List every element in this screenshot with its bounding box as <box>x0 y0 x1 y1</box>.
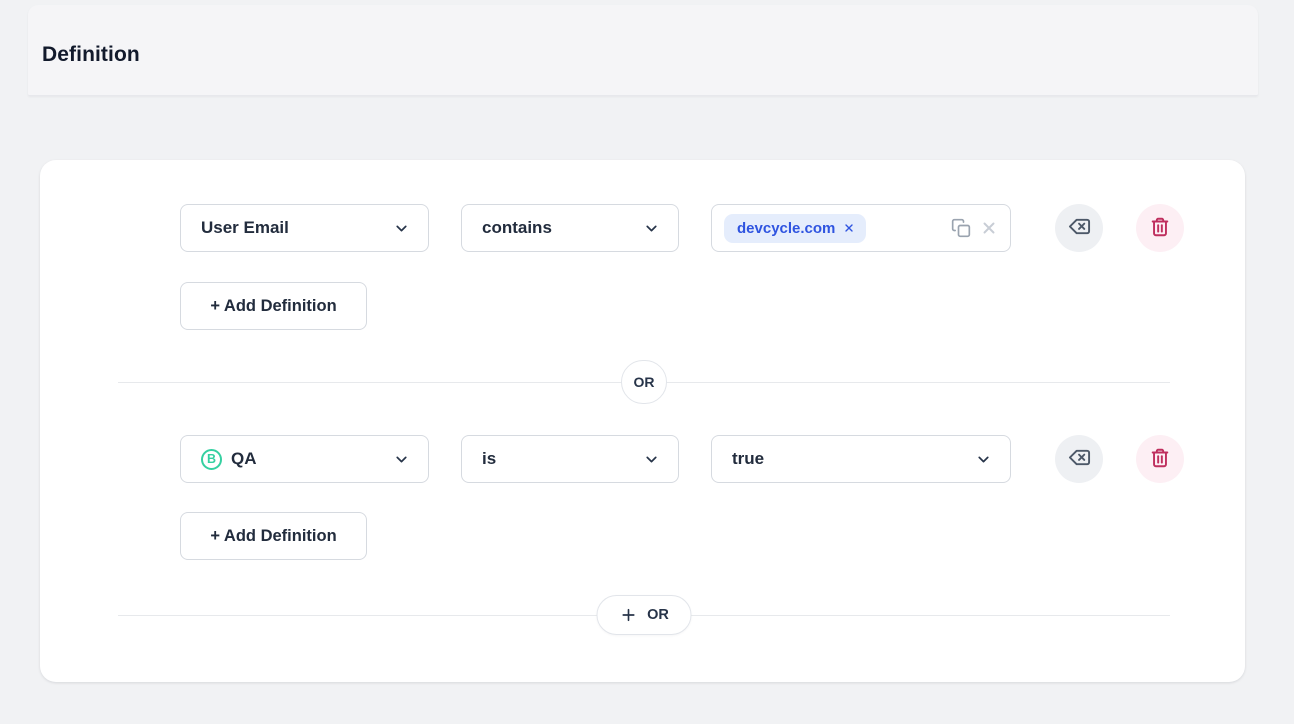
chevron-down-icon <box>393 451 410 468</box>
page-title: Definition <box>42 43 140 67</box>
trash-icon <box>1149 216 1171 241</box>
chevron-down-icon <box>393 220 410 237</box>
definition-row-1: User Email contains devcycle.com <box>180 204 1245 252</box>
clear-x-icon[interactable] <box>980 219 998 237</box>
value-select[interactable]: true <box>711 435 1011 483</box>
definition-card: User Email contains devcycle.com <box>40 160 1245 682</box>
tag-remove-icon[interactable] <box>843 222 855 234</box>
delete-row-button[interactable] <box>1136 204 1184 252</box>
or-badge: OR <box>621 360 667 404</box>
definition-row-2: B QA is true <box>180 435 1245 483</box>
comparator-select-label: is <box>482 449 496 469</box>
clear-row-button[interactable] <box>1055 435 1103 483</box>
backspace-icon <box>1068 446 1091 472</box>
boolean-type-icon: B <box>201 449 222 470</box>
property-select-label: User Email <box>201 218 289 238</box>
property-select[interactable]: B QA <box>180 435 429 483</box>
backspace-icon <box>1068 215 1091 241</box>
value-select-label: true <box>732 449 764 469</box>
or-divider: OR <box>118 360 1170 404</box>
comparator-select-label: contains <box>482 218 552 238</box>
clear-row-button[interactable] <box>1055 204 1103 252</box>
trash-icon <box>1149 447 1171 472</box>
add-or-label: OR <box>647 607 669 623</box>
add-or-divider: OR <box>118 595 1170 635</box>
add-definition-button-2[interactable]: + Add Definition <box>180 512 367 560</box>
comparator-select[interactable]: contains <box>461 204 679 252</box>
value-tag-input[interactable]: devcycle.com <box>711 204 1011 252</box>
add-definition-button-1[interactable]: + Add Definition <box>180 282 367 330</box>
property-name: QA <box>231 449 257 469</box>
plus-icon <box>619 606 637 624</box>
delete-row-button[interactable] <box>1136 435 1184 483</box>
property-select[interactable]: User Email <box>180 204 429 252</box>
chevron-down-icon <box>975 451 992 468</box>
chevron-down-icon <box>643 451 660 468</box>
chevron-down-icon <box>643 220 660 237</box>
definition-header-panel: Definition <box>28 5 1258 96</box>
add-or-button[interactable]: OR <box>597 595 692 635</box>
tag-chip-label: devcycle.com <box>737 220 835 237</box>
property-select-label: B QA <box>201 449 257 470</box>
copy-icon[interactable] <box>951 218 971 238</box>
comparator-select[interactable]: is <box>461 435 679 483</box>
tag-chip: devcycle.com <box>724 214 866 243</box>
